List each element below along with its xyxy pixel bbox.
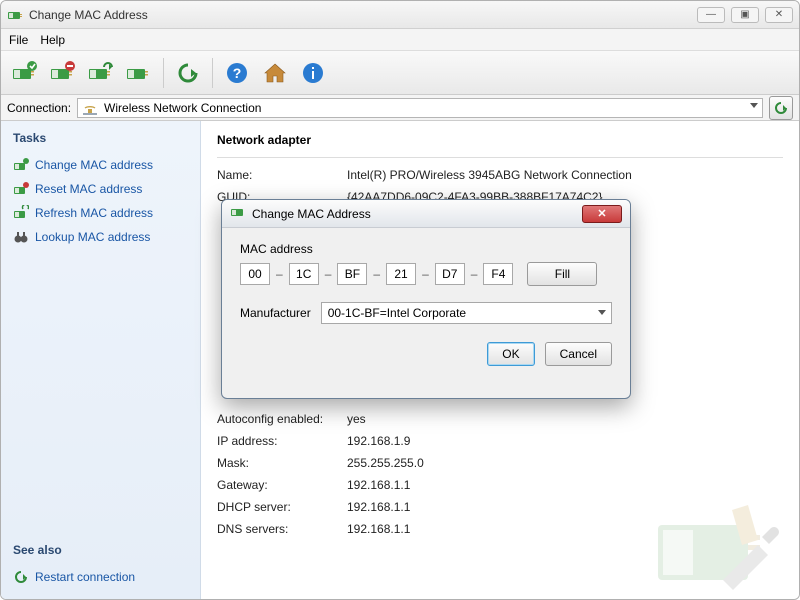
svg-text:?: ? [233, 65, 242, 81]
autoconfig-value: yes [347, 412, 366, 426]
section-heading: Network adapter [217, 133, 783, 147]
task-change-mac[interactable]: Change MAC address [13, 153, 188, 177]
task-label: Change MAC address [35, 158, 153, 172]
nic-refresh-icon [13, 205, 29, 221]
toolbar-separator [212, 58, 213, 88]
mask-label: Mask: [217, 456, 347, 470]
toolbar: ? [1, 51, 799, 95]
dash: – [325, 267, 332, 281]
name-label: Name: [217, 168, 347, 182]
reload-icon [13, 569, 29, 585]
toolbar-separator [163, 58, 164, 88]
nic-set-icon [13, 157, 29, 173]
cancel-button[interactable]: Cancel [545, 342, 612, 366]
dns-label: DNS servers: [217, 522, 347, 536]
gw-label: Gateway: [217, 478, 347, 492]
tb-reload[interactable] [170, 56, 206, 90]
dash: – [422, 267, 429, 281]
dhcp-value: 192.168.1.1 [347, 500, 410, 514]
ip-label: IP address: [217, 434, 347, 448]
gw-value: 192.168.1.1 [347, 478, 410, 492]
mac-octet-3[interactable] [337, 263, 367, 285]
tb-change-mac[interactable] [7, 56, 43, 90]
menu-help[interactable]: Help [40, 33, 65, 47]
connection-refresh-button[interactable] [769, 96, 793, 120]
dns-value: 192.168.1.1 [347, 522, 410, 536]
watermark-icon [653, 490, 793, 593]
connection-bar: Connection: Wireless Network Connection [1, 95, 799, 121]
tb-help[interactable]: ? [219, 56, 255, 90]
task-label: Lookup MAC address [35, 230, 150, 244]
task-lookup-mac[interactable]: Lookup MAC address [13, 225, 188, 249]
menubar: File Help [1, 29, 799, 51]
seealso-label: Restart connection [35, 570, 135, 584]
window-title: Change MAC Address [29, 8, 697, 22]
dhcp-label: DHCP server: [217, 500, 347, 514]
wifi-icon [82, 100, 98, 116]
dash: – [276, 267, 283, 281]
dialog-icon [230, 204, 246, 223]
dash: – [471, 267, 478, 281]
ok-button[interactable]: OK [487, 342, 534, 366]
manufacturer-row: Manufacturer 00-1C-BF=Intel Corporate [240, 302, 612, 324]
tb-reset-mac[interactable] [45, 56, 81, 90]
dialog-titlebar: Change MAC Address ✕ [222, 200, 630, 228]
minimize-button[interactable]: — [697, 7, 725, 23]
connection-label: Connection: [7, 101, 71, 115]
seealso-restart-connection[interactable]: Restart connection [13, 565, 188, 589]
nic-reset-icon [13, 181, 29, 197]
ip-value: 192.168.1.9 [347, 434, 410, 448]
change-mac-dialog: Change MAC Address ✕ MAC address – – – –… [221, 199, 631, 399]
mac-octet-6[interactable] [483, 263, 513, 285]
tb-refresh-mac[interactable] [83, 56, 119, 90]
dialog-title: Change MAC Address [252, 207, 576, 221]
task-reset-mac[interactable]: Reset MAC address [13, 177, 188, 201]
task-label: Refresh MAC address [35, 206, 153, 220]
seealso-heading: See also [13, 543, 188, 557]
maximize-button[interactable]: ▣ [731, 7, 759, 23]
tb-about[interactable] [295, 56, 331, 90]
app-icon [7, 7, 23, 23]
name-value: Intel(R) PRO/Wireless 3945ABG Network Co… [347, 168, 632, 182]
close-button[interactable]: ✕ [765, 7, 793, 23]
app-window: Change MAC Address — ▣ ✕ File Help ? [0, 0, 800, 600]
autoconfig-label: Autoconfig enabled: [217, 412, 347, 426]
menu-file[interactable]: File [9, 33, 28, 47]
manufacturer-select[interactable]: 00-1C-BF=Intel Corporate [321, 302, 612, 324]
tb-home[interactable] [257, 56, 293, 90]
mac-row: – – – – – Fill [240, 262, 612, 286]
sidebar: Tasks Change MAC address Reset MAC addre… [1, 121, 201, 599]
dash: – [373, 267, 380, 281]
dialog-close-button[interactable]: ✕ [582, 205, 622, 223]
connection-value: Wireless Network Connection [104, 101, 261, 115]
tasks-heading: Tasks [13, 131, 188, 145]
manufacturer-label: Manufacturer [240, 306, 311, 320]
connection-select[interactable]: Wireless Network Connection [77, 98, 763, 118]
chevron-down-icon [750, 103, 758, 108]
dialog-actions: OK Cancel [240, 342, 612, 366]
divider [217, 157, 783, 158]
mac-octet-1[interactable] [240, 263, 270, 285]
mask-value: 255.255.255.0 [347, 456, 424, 470]
mac-octet-5[interactable] [435, 263, 465, 285]
mac-octet-4[interactable] [386, 263, 416, 285]
titlebar: Change MAC Address — ▣ ✕ [1, 1, 799, 29]
task-refresh-mac[interactable]: Refresh MAC address [13, 201, 188, 225]
binoculars-icon [13, 229, 29, 245]
fill-button[interactable]: Fill [527, 262, 597, 286]
mac-label: MAC address [240, 242, 612, 256]
manufacturer-value: 00-1C-BF=Intel Corporate [328, 306, 466, 320]
chevron-down-icon [598, 310, 606, 315]
mac-octet-2[interactable] [289, 263, 319, 285]
tb-lookup-mac[interactable] [121, 56, 157, 90]
task-label: Reset MAC address [35, 182, 142, 196]
